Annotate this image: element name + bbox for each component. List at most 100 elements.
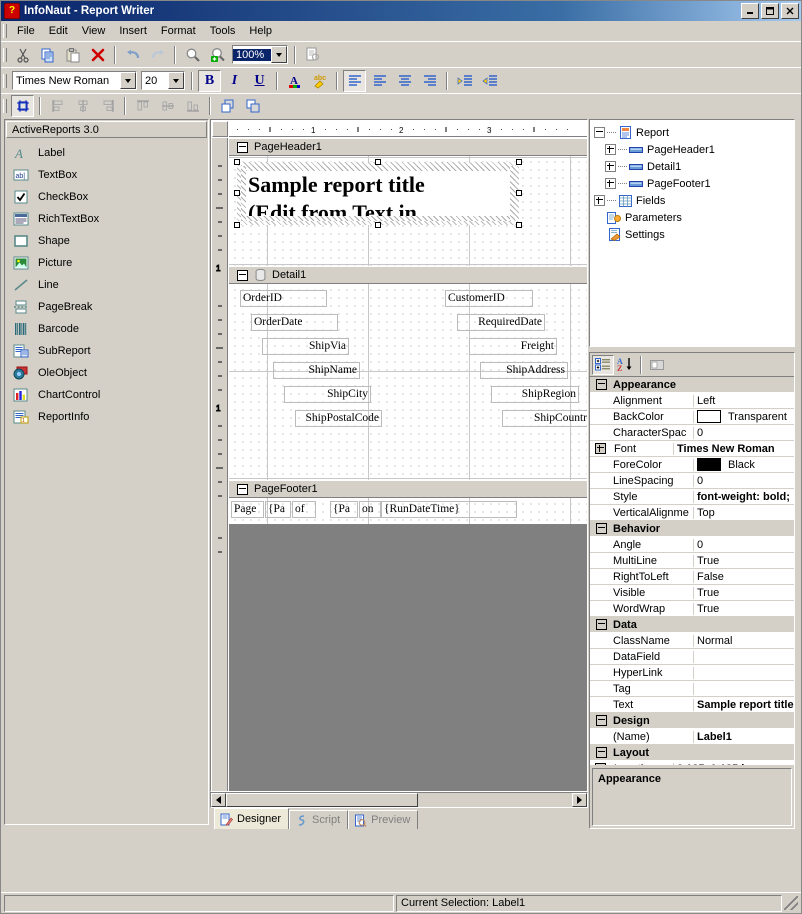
menu-view[interactable]: View [75,23,113,39]
expand-toggle-icon[interactable] [605,144,616,155]
resize-grip-icon[interactable] [784,896,798,910]
menu-file[interactable]: File [10,23,42,39]
font-family-combo[interactable]: Times New Roman [12,71,137,90]
zoom-value[interactable]: 100% [233,48,271,61]
field-shipregion[interactable]: ShipRegion [491,386,579,403]
minimize-button[interactable] [741,3,759,19]
maximize-button[interactable] [761,3,779,19]
property-value[interactable]: Times New Roman [674,443,794,455]
menu-tools[interactable]: Tools [203,23,243,39]
property-row-characterspacing[interactable]: CharacterSpac 0 [590,425,794,441]
categorized-button[interactable] [592,354,614,375]
align-centers-button[interactable] [71,95,94,117]
property-value-wrap[interactable]: Black [694,458,794,471]
menu-insert[interactable]: Insert [112,23,154,39]
tree-node-fields[interactable]: Fields [594,192,794,209]
tree-node-settings[interactable]: Settings [594,226,794,243]
property-row-datafield[interactable]: DataField [590,649,794,665]
property-value-wrap[interactable]: Transparent [694,410,794,423]
snap-to-grid-button[interactable] [11,94,34,117]
tab-designer[interactable]: Designer [214,808,290,829]
menu-gripper[interactable] [3,23,7,38]
expand-toggle-icon[interactable] [605,161,616,172]
bring-to-front-button[interactable] [216,95,239,117]
resize-handle-w[interactable] [234,190,240,196]
chevron-down-icon[interactable] [120,72,136,89]
toolbox-item-picture[interactable]: Picture [5,252,208,274]
property-row-classname[interactable]: ClassName Normal [590,633,794,649]
field-shippostalcode[interactable]: ShipPostalCode [295,410,382,427]
zoom-combo[interactable]: 100% [232,45,288,64]
align-justify-mixed-button[interactable] [343,69,366,92]
report-designer-surface[interactable]: 1 2 3 1 1 PageHeader1 Sample report titl… [210,119,588,792]
resize-handle-sw[interactable] [234,222,240,228]
expand-toggle-icon[interactable] [605,178,616,189]
expand-icon[interactable] [595,763,606,765]
toolbox-item-shape[interactable]: Shape [5,230,208,252]
toolbox-header[interactable]: ActiveReports 3.0 [6,121,207,138]
zoom-in-button[interactable] [206,44,229,66]
align-left-button[interactable] [368,70,391,92]
font-size-value[interactable]: 20 [142,75,168,87]
band-body-pagefooter[interactable]: Page {Pa of {Pa on {RunDateTime} [229,498,587,524]
tree-node-report[interactable]: Report [594,124,794,141]
highlight-color-button[interactable]: abc [308,70,331,92]
collapse-icon[interactable] [237,483,248,495]
toolbox-item-subreport[interactable]: SubReport [5,340,208,362]
collapse-icon[interactable] [237,141,248,153]
resize-handle-e[interactable] [516,190,522,196]
resize-handle-nw[interactable] [234,159,240,165]
bold-button[interactable]: B [198,69,221,92]
chevron-down-icon[interactable] [168,72,184,89]
tree-node-detail1[interactable]: Detail1 [594,158,794,175]
property-value[interactable]: Top [694,507,794,519]
property-row-style[interactable]: Style font-weight: bold; [590,489,794,505]
collapse-icon[interactable] [596,619,607,630]
paste-button[interactable] [61,44,84,66]
toolbox-item-checkbox[interactable]: CheckBox [5,186,208,208]
font-size-combo[interactable]: 20 [141,71,185,90]
italic-button[interactable]: I [223,70,246,92]
toolbox-item-barcode[interactable]: Barcode [5,318,208,340]
footer-field-on[interactable]: on [359,501,381,518]
redo-button[interactable] [146,44,169,66]
resize-handle-s[interactable] [375,222,381,228]
tab-script[interactable]: Script [289,810,349,829]
property-value[interactable]: Normal [694,635,794,647]
property-value[interactable]: True [694,555,794,567]
property-row-alignment[interactable]: Alignment Left [590,393,794,409]
property-value[interactable]: False [694,571,794,583]
designer-horizontal-scrollbar[interactable] [210,792,588,808]
field-shipname[interactable]: ShipName [273,362,360,379]
property-category-data[interactable]: Data [590,617,794,633]
property-row-hyperlink[interactable]: HyperLink [590,665,794,681]
field-shipcity[interactable]: ShipCity [284,386,371,403]
expand-toggle-icon[interactable] [594,195,605,206]
property-value[interactable]: Left [694,395,794,407]
field-shipcountry[interactable]: ShipCountr [502,410,587,427]
align-middles-button[interactable] [156,95,179,117]
tree-node-pagefooter1[interactable]: PageFooter1 [594,175,794,192]
property-row-forecolor[interactable]: ForeColor Black [590,457,794,473]
property-value[interactable]: 0 [694,475,794,487]
underline-button[interactable]: U [248,70,271,92]
selected-label-control[interactable]: Sample report title (Edit from Text in [237,162,519,225]
property-row-visible[interactable]: Visible True [590,585,794,601]
field-customerid[interactable]: CustomerID [445,290,533,307]
send-to-back-button[interactable] [241,95,264,117]
decrease-indent-button[interactable] [453,70,476,92]
band-header-pageheader[interactable]: PageHeader1 [229,138,587,156]
collapse-icon[interactable] [237,269,248,281]
tree-node-parameters[interactable]: Parameters [594,209,794,226]
align-rights-button[interactable] [96,95,119,117]
toolbox-item-label[interactable]: A Label [5,142,208,164]
print-preview-button[interactable] [301,44,324,66]
property-row-location[interactable]: Location 0.125, 0.125 in [590,761,794,765]
field-requireddate[interactable]: RequiredDate [457,314,545,331]
property-value[interactable]: font-weight: bold; [694,491,794,503]
property-row-multiline[interactable]: MultiLine True [590,553,794,569]
property-pages-button[interactable] [646,355,668,375]
copy-button[interactable] [36,44,59,66]
expand-toggle-icon[interactable] [594,127,605,138]
close-button[interactable] [781,3,799,19]
